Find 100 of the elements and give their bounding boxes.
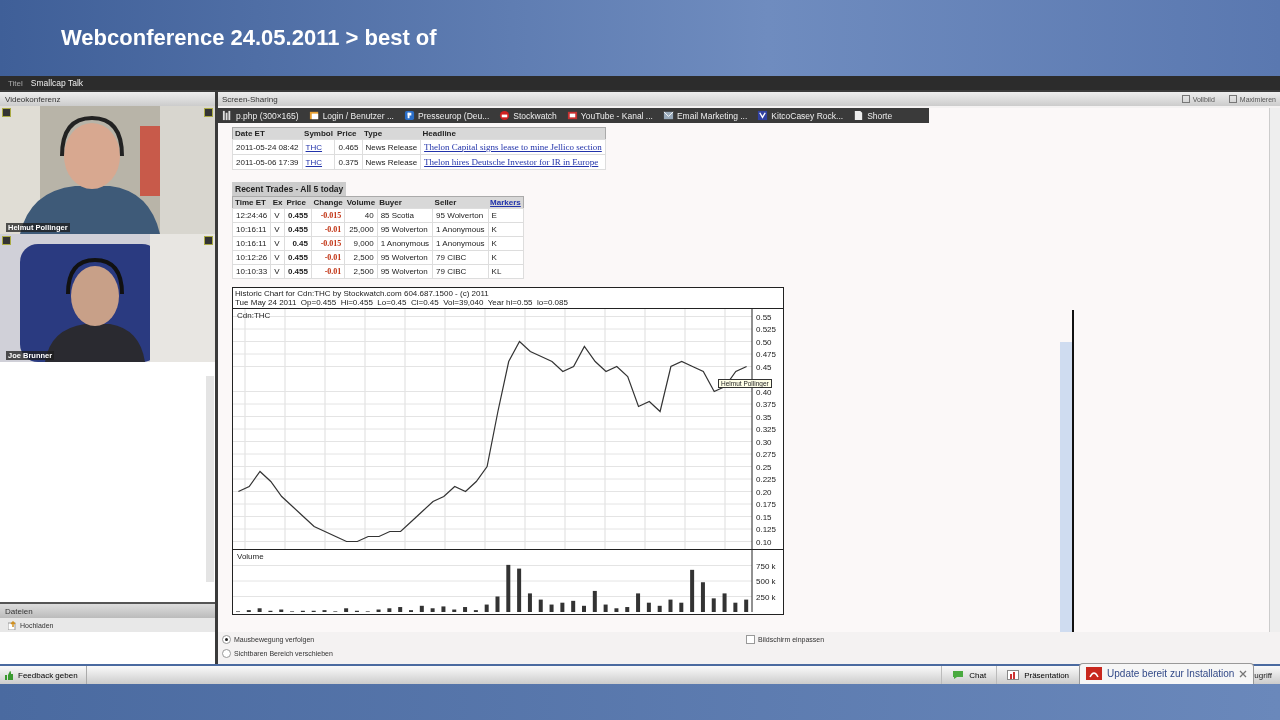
axis-label: 0.30 [756, 437, 772, 447]
volume-bar [376, 609, 381, 612]
axis-label: 500 k [756, 577, 776, 586]
volume-bar [625, 607, 630, 612]
camera-icon [2, 108, 11, 117]
chart-icon [1007, 670, 1020, 680]
volume-bar [657, 605, 662, 612]
table-cell: 95 Wolverton [432, 208, 489, 223]
status-text: ugriff [1254, 670, 1273, 680]
table-cell: 12:24:46 [232, 208, 271, 223]
column-header: Volume [344, 196, 378, 209]
volume-bar [387, 608, 392, 612]
axis-label: 0.125 [756, 525, 777, 534]
chart-header: Tue May 24 2011 Op=0.455 Hi=0.455 Lo=0.45 Cl=0.45 Vol=39,040 Year hi=0.55 lo=0.085 [235, 298, 569, 307]
browser-tab[interactable]: Login / Benutzer ... [304, 110, 400, 121]
site-icon [566, 110, 578, 121]
thumbs-up-icon [4, 669, 14, 681]
volume-bar [560, 602, 565, 612]
volume-bar [538, 599, 543, 612]
table-cell: 0.455 [284, 208, 312, 223]
axis-label: 0.525 [756, 325, 777, 334]
volume-bar [668, 599, 673, 612]
axis-label: 0.55 [756, 312, 772, 322]
column-header: Change [311, 196, 345, 209]
site-icon [222, 110, 233, 121]
title-label: Titel [8, 78, 23, 88]
volume-bar [344, 608, 349, 612]
axis-label: 0.20 [756, 487, 772, 497]
volume-bar [722, 593, 727, 612]
chart-label: Cdn:THC [237, 311, 271, 320]
axis-label: 0.40 [756, 387, 772, 397]
conference-name: Smallcap Talk [30, 78, 84, 88]
table-cell: E [488, 208, 524, 223]
table-cell: 2011-05-24 08:42 [232, 139, 303, 155]
page-title: Webconference 24.05.2011 > best of [61, 25, 437, 51]
panel-header: Videokonferenz [0, 92, 215, 106]
browser-tab[interactable]: KitcoCasey Rock... [753, 110, 850, 121]
panel-header: Dateien [0, 604, 215, 618]
scrollbar[interactable] [1060, 342, 1072, 632]
table-cell: 40 [344, 208, 378, 223]
volume-bar [506, 564, 511, 612]
update-notification[interactable]: Update bereit zur Installation [1079, 662, 1255, 684]
volume-bar [419, 605, 424, 612]
scrollbar[interactable] [206, 376, 214, 582]
volume-bar [733, 602, 738, 612]
site-icon [499, 110, 511, 121]
chart-label: Volume [237, 552, 264, 561]
volume-bar [711, 598, 716, 612]
axis-label: 0.35 [756, 412, 772, 422]
notification-text: Update bereit zur Installation [1107, 668, 1235, 679]
column-header: Type [362, 127, 421, 140]
volume-bar [452, 609, 457, 612]
volume-bar [549, 604, 554, 612]
close-icon[interactable] [1239, 669, 1248, 678]
site-icon [404, 110, 415, 121]
axis-label: 0.375 [756, 400, 777, 409]
volume-bar [636, 593, 641, 612]
browser-tab[interactable]: p.php (300×165) [218, 110, 305, 121]
table-cell: 85 Scotia [377, 208, 433, 223]
volume-bar [571, 600, 576, 612]
axis-label: 250 k [756, 592, 776, 602]
browser-tab[interactable]: Shorte [849, 110, 899, 121]
browser-tab[interactable]: Email Marketing ... [658, 110, 754, 121]
volume-bar [517, 568, 522, 612]
site-icon [662, 110, 674, 121]
volume-bar [527, 593, 532, 612]
expand-icon[interactable] [204, 108, 213, 117]
browser-tab[interactable]: Stockwatch [495, 110, 563, 121]
browser-tab[interactable]: Presseurop (Deu... [400, 110, 496, 121]
upload-icon [8, 620, 17, 630]
scrollbar[interactable] [1269, 108, 1280, 632]
volume-bar [744, 599, 749, 612]
site-icon [757, 110, 769, 121]
axis-label: 0.175 [756, 500, 777, 509]
table-cell: 0.465 [335, 139, 362, 155]
speech-bubble-icon [952, 670, 965, 680]
chart-header: Historic Chart for Cdn:THC by Stockwatch.com 604.687.1500 - (c) 2011 [235, 289, 490, 298]
volume-bar [582, 605, 586, 612]
volume-bar [441, 606, 446, 612]
table-cell: News Release [362, 139, 421, 155]
volume-bar [430, 608, 435, 612]
axis-label: 750 k [756, 561, 776, 571]
column-header: Price [335, 127, 362, 140]
volume-bar [592, 590, 597, 612]
volume-bar [257, 608, 262, 612]
table-title: Recent Trades - All 5 today [232, 182, 347, 196]
axis-label: 0.25 [756, 462, 772, 472]
volume-bar [679, 602, 684, 612]
column-header: Buyer [377, 196, 433, 209]
axis-label: 0.50 [756, 337, 772, 347]
volume-bar [614, 608, 619, 612]
volume-bar [700, 582, 705, 612]
column-header: Symbol [302, 127, 335, 140]
axis-label: 0.325 [756, 425, 777, 434]
volume-bar [463, 607, 468, 612]
expand-icon[interactable] [204, 236, 213, 245]
volume-bar [279, 609, 284, 612]
panel-header: Screen-Sharing [222, 94, 279, 104]
browser-tab[interactable]: YouTube - Kanal ... [562, 110, 659, 121]
volume-bar [398, 607, 403, 612]
